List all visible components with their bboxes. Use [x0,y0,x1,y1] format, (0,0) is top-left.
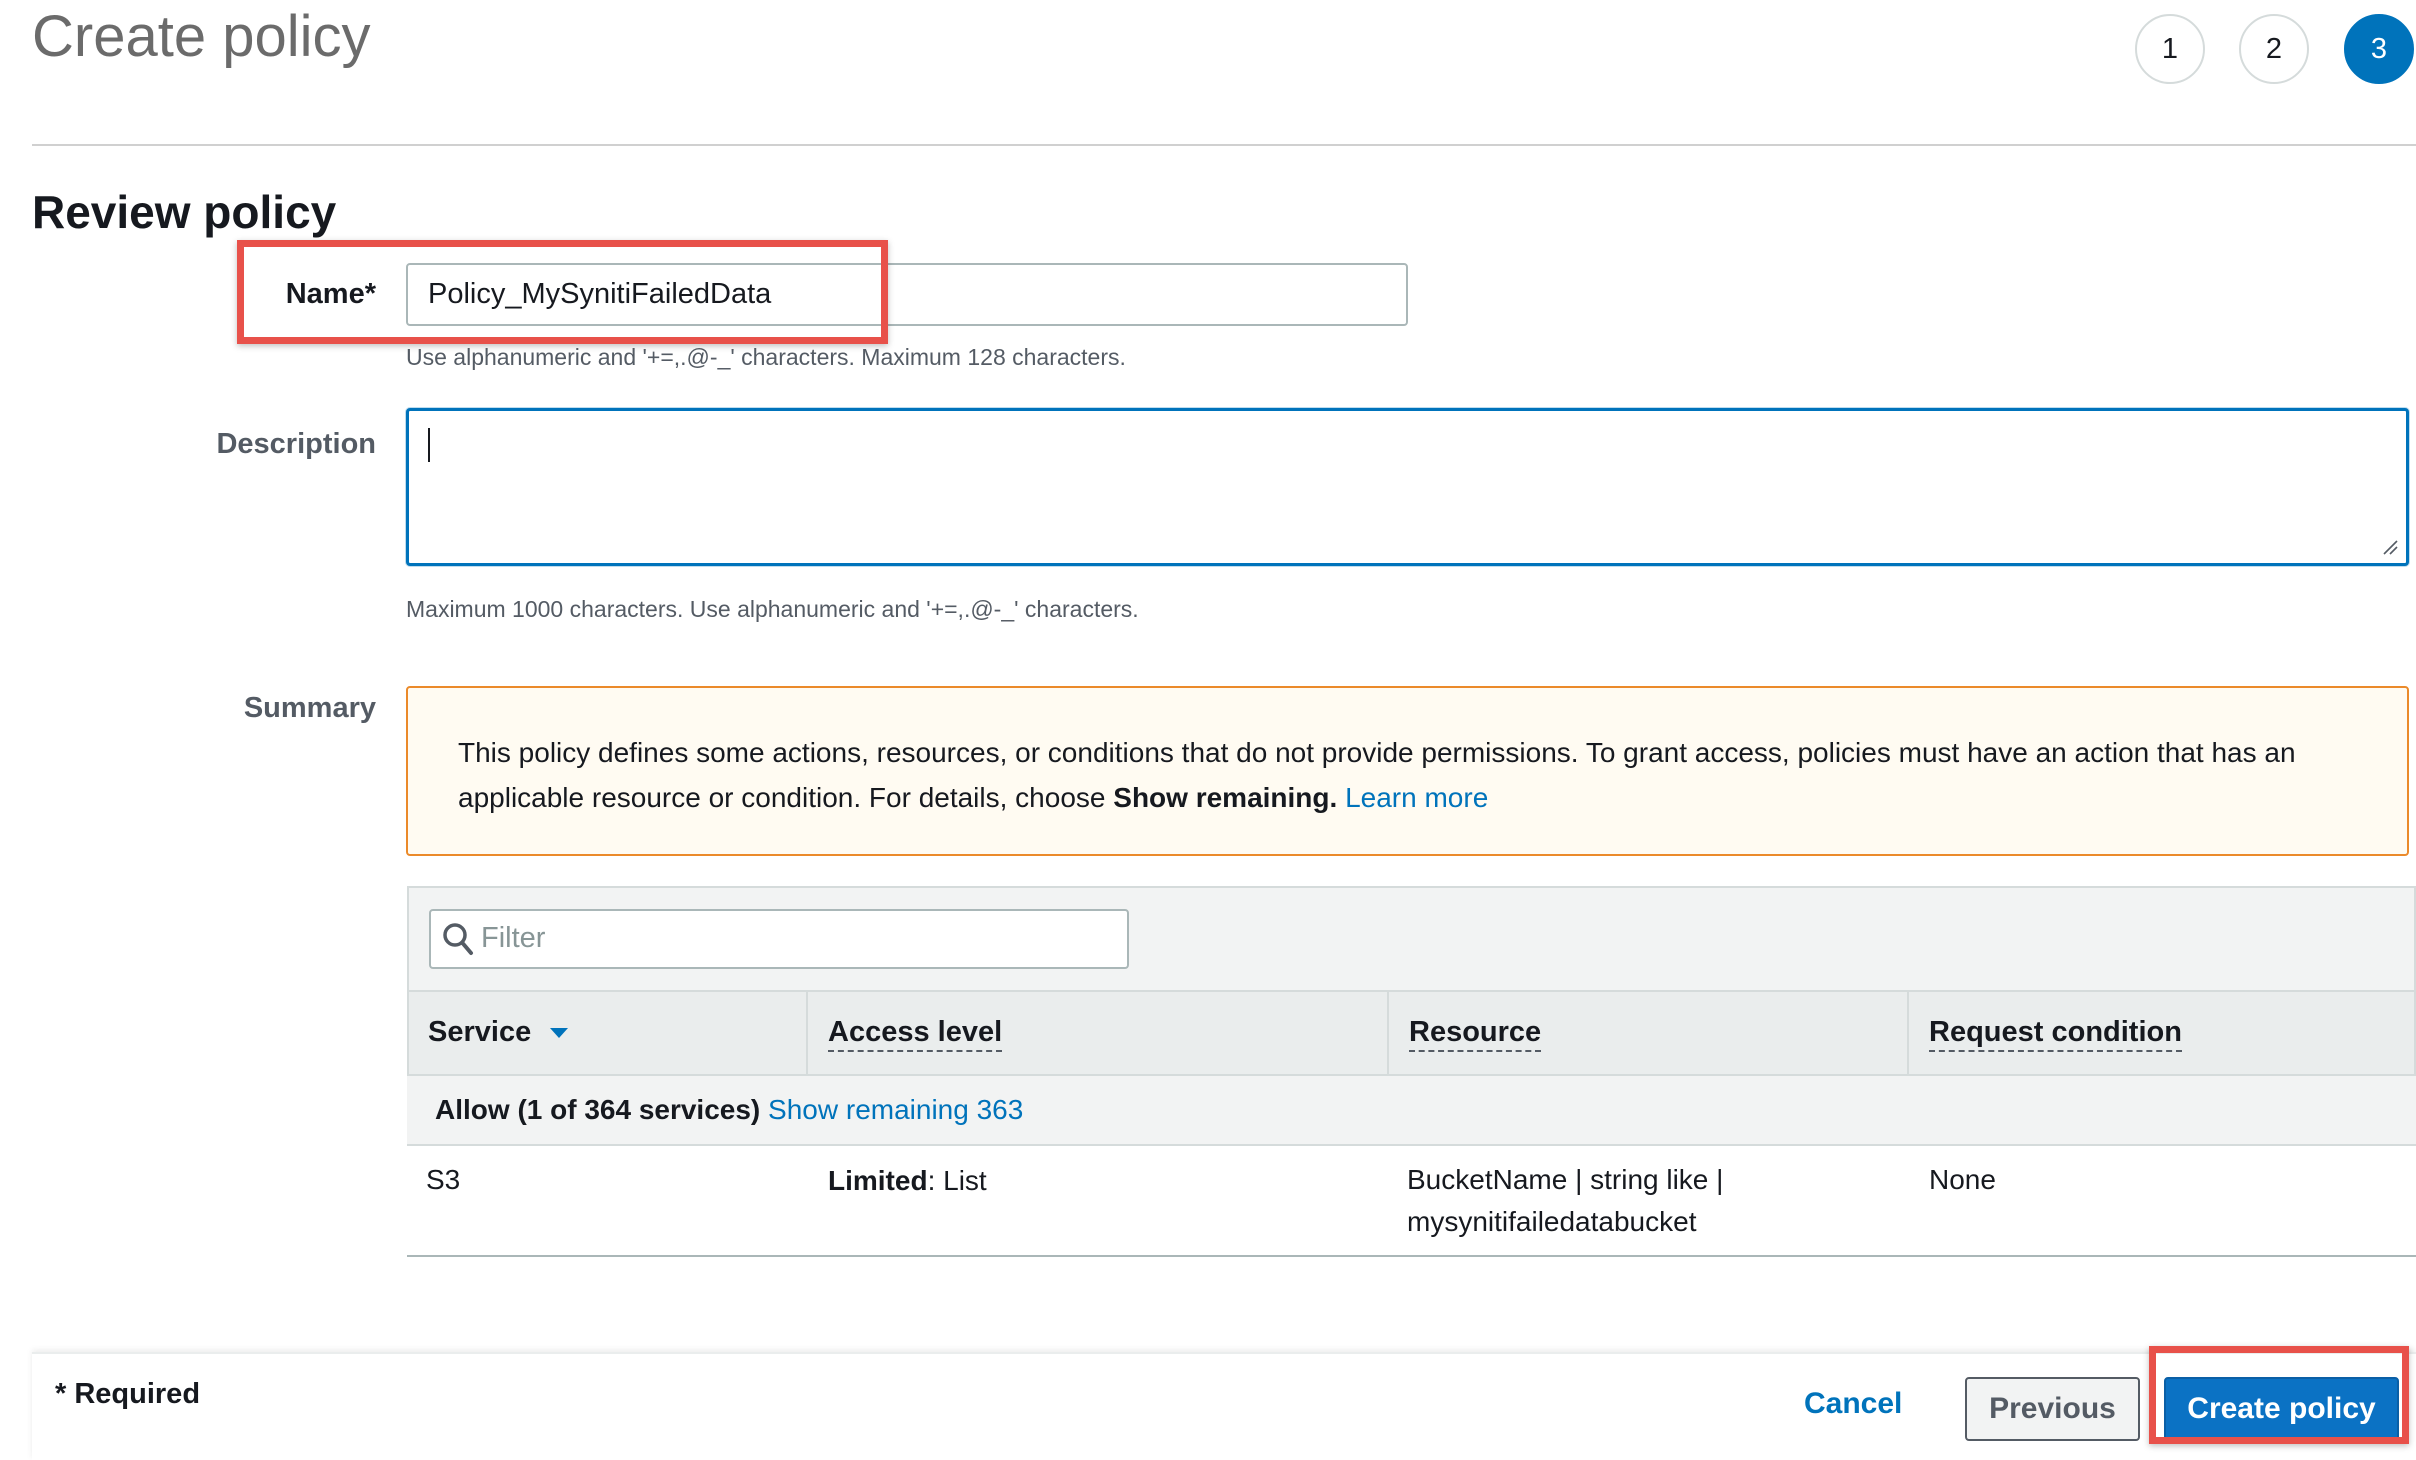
resource-cell: BucketName | string like | mysynitifaile… [1407,1159,1723,1243]
info-alert: This policy defines some actions, resour… [406,686,2409,856]
access-level-rest: : List [927,1165,987,1196]
column-separator [1387,992,1389,1074]
page-title: Create policy [32,4,371,69]
column-header-resource[interactable]: Resource [1409,1016,1542,1052]
step-1: 1 [2135,14,2205,84]
service-link-s3[interactable]: S3 [426,1159,460,1201]
previous-button[interactable]: Previous [1965,1377,2140,1441]
show-remaining-link[interactable]: Show remaining 363 [768,1094,1023,1125]
column-header-access-level[interactable]: Access level [828,1016,1003,1052]
name-highlight-box [237,240,888,344]
search-icon [443,923,473,955]
resize-grip-icon[interactable] [2382,539,2398,555]
column-header-resource-label: Resource [1409,1016,1542,1052]
resource-line-2: mysynitifailedatabucket [1407,1206,1697,1237]
description-label: Description [216,428,376,460]
filter-placeholder: Filter [481,922,546,954]
row-divider [407,1255,2416,1257]
column-separator [1907,992,1909,1074]
column-header-service-label: Service [428,1016,532,1048]
step-3-active: 3 [2344,14,2414,84]
required-note: * Required [55,1378,201,1410]
access-level-bold: Limited [828,1165,928,1196]
header-divider [32,144,2416,146]
column-separator [806,992,808,1074]
alert-bold-text: Show remaining. [1113,782,1338,813]
allow-group-label: Allow (1 of 364 services) [435,1094,761,1125]
learn-more-link[interactable]: Learn more [1345,782,1488,813]
description-help: Maximum 1000 characters. Use alphanumeri… [406,596,1139,622]
resource-line-1: BucketName | string like | [1407,1164,1724,1195]
cancel-button[interactable]: Cancel [1804,1387,1902,1421]
column-header-service[interactable]: Service [428,1016,569,1049]
description-textarea[interactable] [406,408,2409,566]
column-header-request-condition-label: Request condition [1929,1016,2182,1052]
summary-label: Summary [243,692,376,724]
section-title: Review policy [32,186,337,238]
sort-caret-down-icon [550,1028,569,1039]
column-header-request-condition[interactable]: Request condition [1929,1016,2182,1052]
name-help: Use alphanumeric and '+=,.@-_' character… [406,344,1126,370]
access-level-cell: Limited: List [828,1160,987,1202]
step-2: 2 [2239,14,2309,84]
column-header-access-level-label: Access level [828,1016,1003,1052]
create-button-highlight-box [2149,1346,2409,1444]
group-header: Allow (1 of 364 services) Show remaining… [435,1094,1023,1126]
text-cursor [428,428,430,462]
request-condition-cell: None [1929,1164,1996,1195]
